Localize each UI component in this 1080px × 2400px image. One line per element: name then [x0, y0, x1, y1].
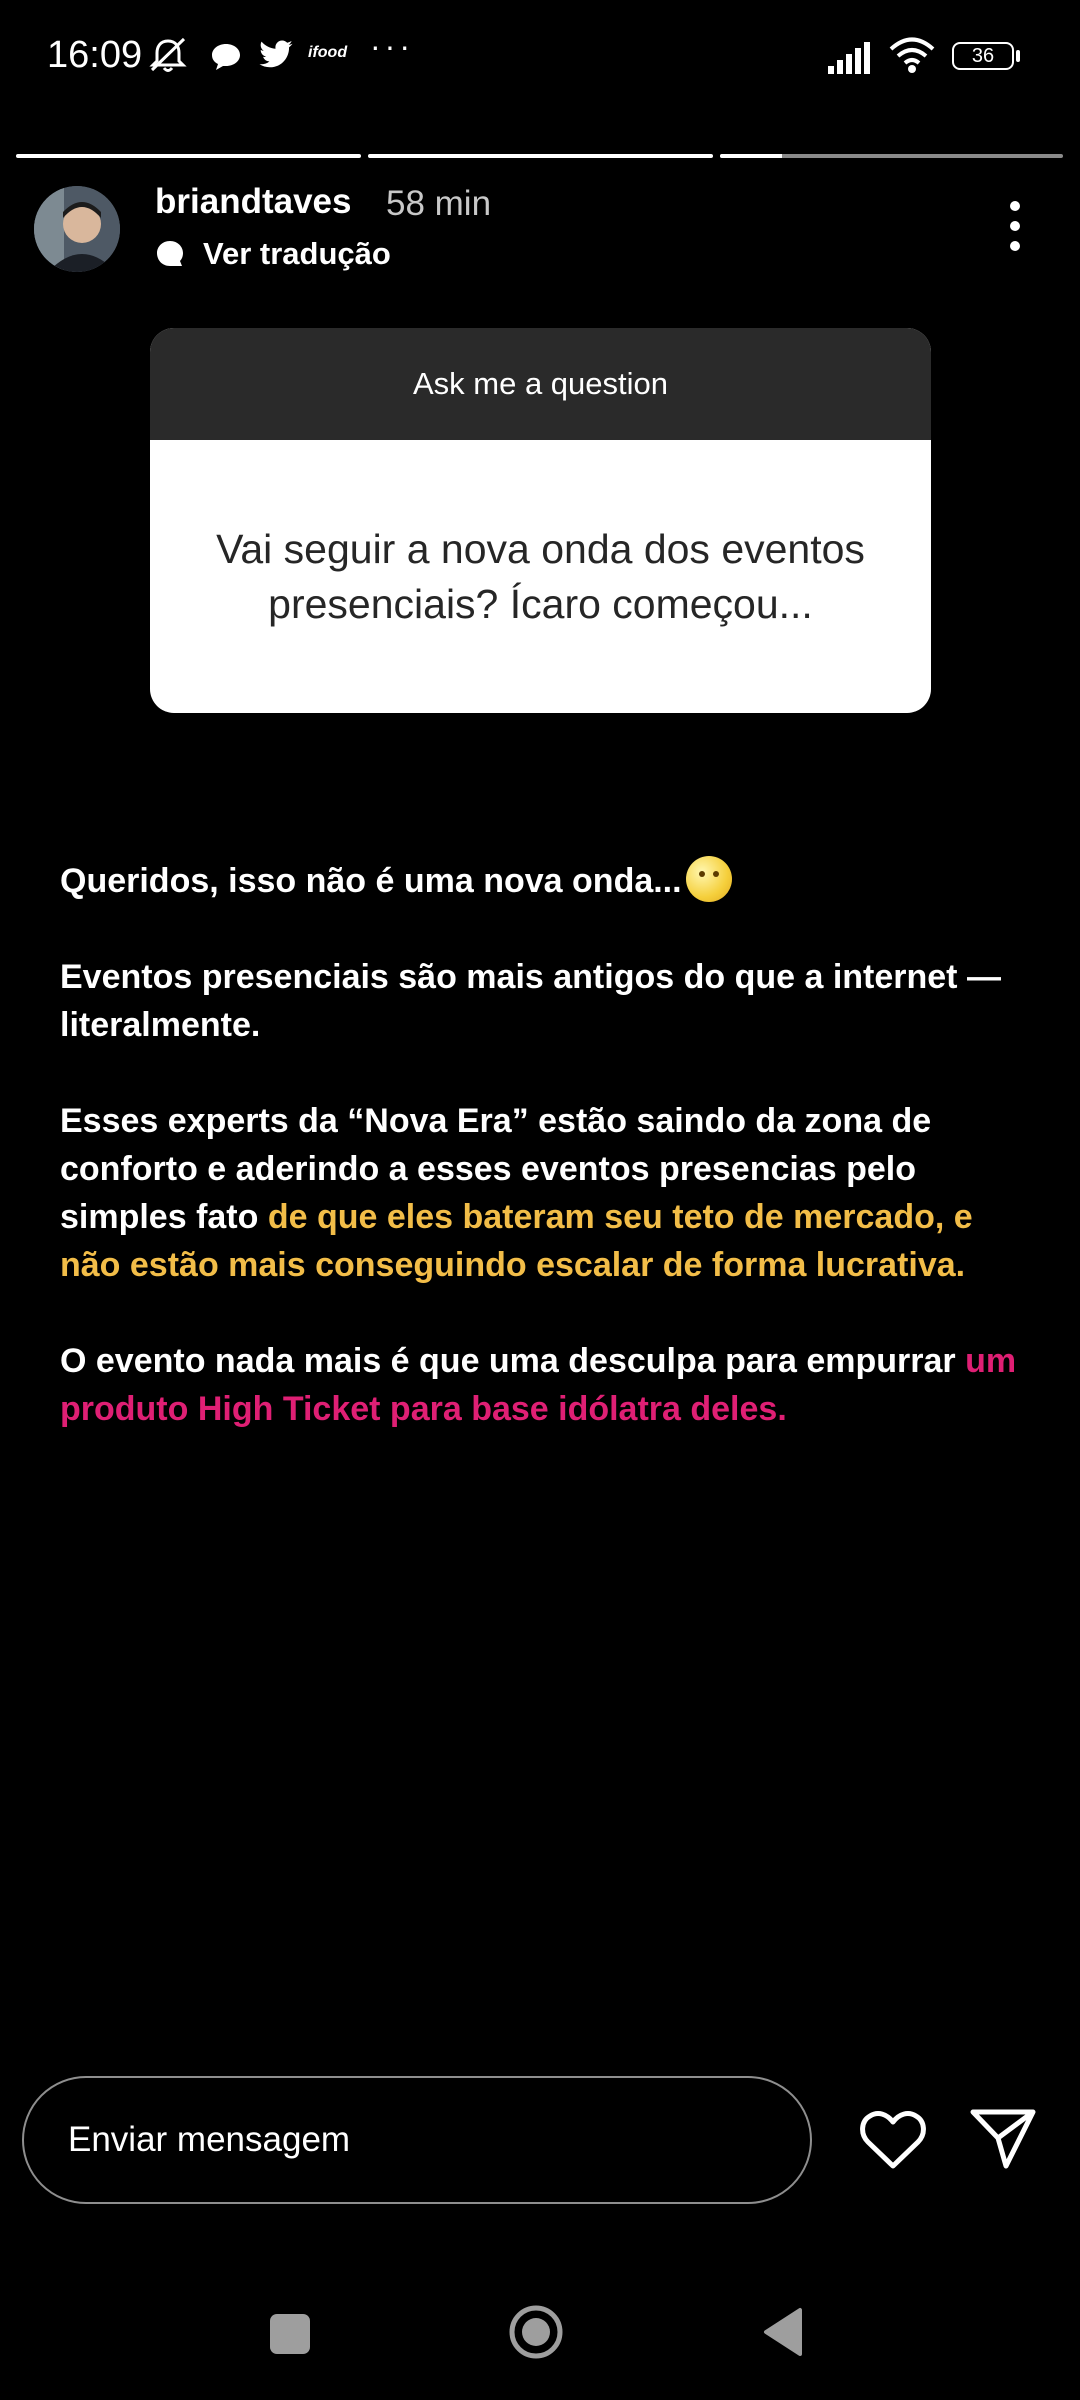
username[interactable]: briandtaves [155, 182, 351, 222]
signal-icon [828, 42, 870, 74]
translate-label: Ver tradução [203, 236, 391, 271]
home-button[interactable] [508, 2304, 564, 2360]
story-text: Queridos, isso não é uma nova onda... Ev… [60, 856, 1030, 1481]
battery-tip [1016, 50, 1020, 62]
wifi-icon [889, 37, 935, 73]
story-progress-segment [720, 154, 1063, 158]
story-paragraph: Esses experts da “Nova Era” estão saindo… [60, 1097, 1030, 1289]
recent-apps-button[interactable] [270, 2314, 310, 2354]
story-paragraph-text: O evento nada mais é que uma desculpa pa… [60, 1342, 966, 1380]
mute-icon [149, 37, 187, 72]
question-sticker: Ask me a question Vai seguir a nova onda… [150, 328, 931, 713]
status-time: 16:09 [47, 34, 143, 76]
confused-face-emoji-icon [685, 856, 732, 902]
translate-button[interactable]: Ver tradução [155, 236, 391, 272]
more-notifications-icon: ··· [370, 28, 414, 64]
heart-icon[interactable] [858, 2108, 928, 2172]
message-input-placeholder: Enviar mensagem [68, 2120, 351, 2159]
translate-bubble-icon [157, 241, 183, 266]
send-icon[interactable] [968, 2106, 1038, 2170]
question-sticker-header: Ask me a question [150, 328, 931, 440]
story-paragraph-text: Queridos, isso não é uma nova onda... [60, 862, 682, 900]
twitter-icon [259, 40, 293, 68]
post-time: 58 min [386, 184, 492, 223]
story-progress-segment [368, 154, 713, 158]
question-sticker-text: Vai seguir a nova onda dos eventos prese… [216, 525, 865, 627]
story-progress-segment [16, 154, 361, 158]
ifood-icon: ifood [308, 44, 348, 61]
story-paragraph: O evento nada mais é que uma desculpa pa… [60, 1337, 1030, 1433]
message-input[interactable]: Enviar mensagem [22, 2076, 812, 2204]
avatar[interactable] [34, 186, 120, 272]
story-paragraph: Queridos, isso não é uma nova onda... [60, 856, 1030, 905]
battery-level: 36 [971, 44, 995, 67]
chat-bubble-icon [212, 44, 240, 70]
more-options-icon[interactable] [1000, 196, 1030, 256]
back-button[interactable] [762, 2306, 802, 2358]
story-paragraph: Eventos presenciais são mais antigos do … [60, 958, 1001, 1044]
battery-icon: 36 [952, 42, 1014, 70]
